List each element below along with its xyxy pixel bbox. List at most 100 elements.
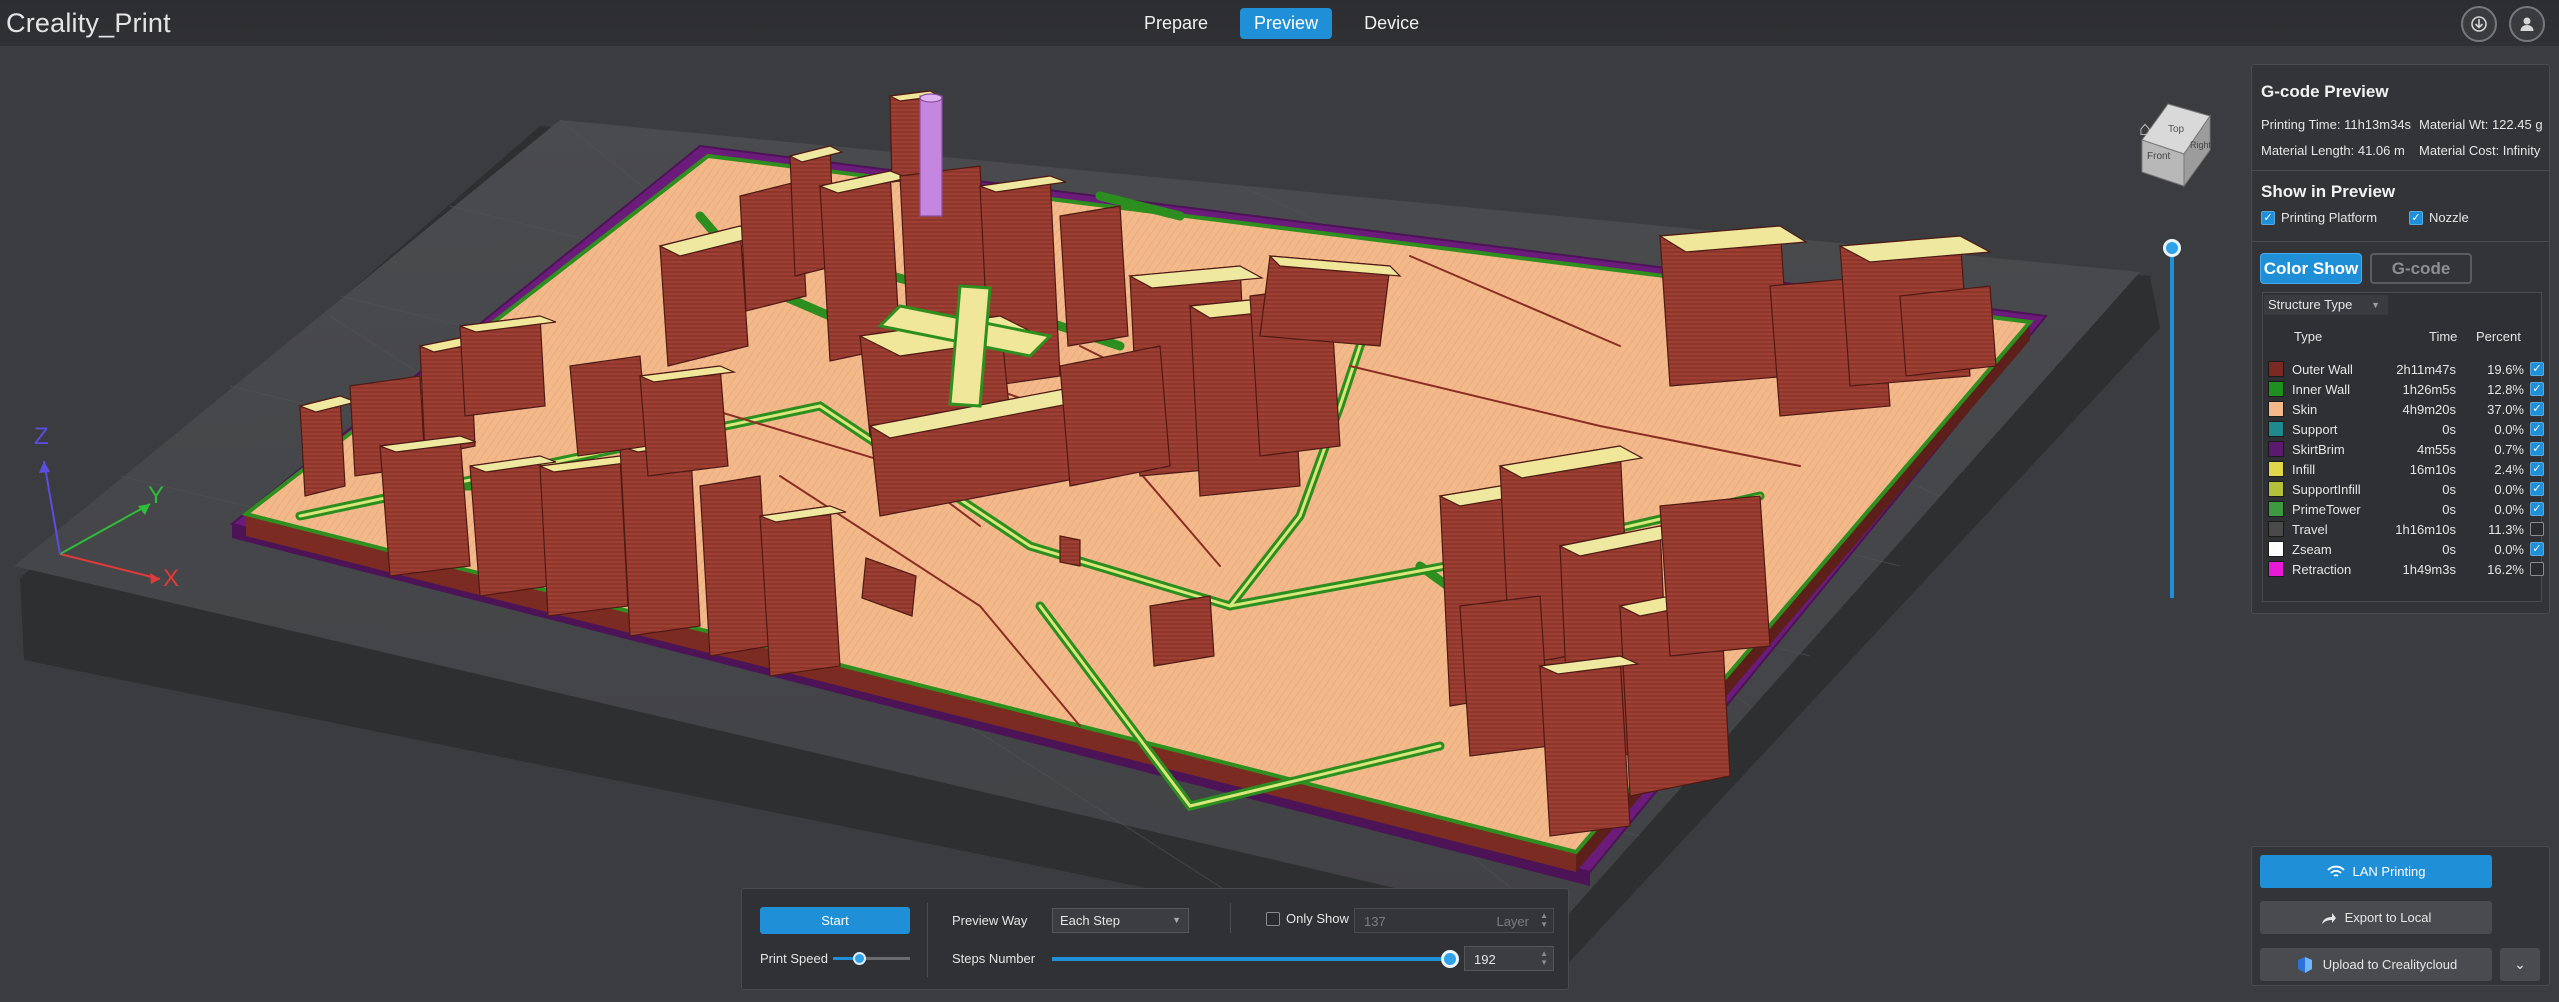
color-swatch[interactable] <box>2268 361 2284 377</box>
printing-platform-option[interactable]: ✓ Printing Platform <box>2261 210 2377 225</box>
mode-tabs: Prepare Preview Device <box>1130 8 1433 39</box>
color-swatch[interactable] <box>2268 561 2284 577</box>
row-checkbox[interactable] <box>2530 562 2544 576</box>
structure-type-dropdown[interactable]: Structure Type ▼ <box>2264 295 2388 315</box>
row-checkbox[interactable]: ✓ <box>2530 542 2544 556</box>
gcode-view-button[interactable]: G-code <box>2370 253 2472 284</box>
structure-row-support: Support 0s 0.0% ✓ <box>2268 420 2544 438</box>
lan-printing-button[interactable]: LAN Printing <box>2260 855 2492 888</box>
row-name: Infill <box>2292 462 2316 477</box>
playback-panel: Start Print Speed Preview Way Each Step … <box>741 888 1569 990</box>
structure-row-infill: Infill 16m10s 2.4% ✓ <box>2268 460 2544 478</box>
x-axis-label: X <box>163 565 179 592</box>
row-checkbox[interactable]: ✓ <box>2530 382 2544 396</box>
structure-row-inner-wall: Inner Wall 1h26m5s 12.8% ✓ <box>2268 380 2544 398</box>
output-actions-panel: LAN Printing Export to Local Upload to C… <box>2251 846 2550 986</box>
stepper-icon[interactable]: ▲ ▼ <box>1540 949 1548 967</box>
color-show-button[interactable]: Color Show <box>2260 253 2362 284</box>
only-show-label: Only Show <box>1286 911 1349 926</box>
steps-slider-track[interactable] <box>1052 957 1450 961</box>
color-swatch[interactable] <box>2268 501 2284 517</box>
time-header: Time <box>2429 329 2458 344</box>
export-to-local-button[interactable]: Export to Local <box>2260 901 2492 934</box>
row-name: Skin <box>2292 402 2318 417</box>
color-swatch[interactable] <box>2268 441 2284 457</box>
start-button[interactable]: Start <box>760 907 910 934</box>
row-checkbox[interactable]: ✓ <box>2530 482 2544 496</box>
stepper-icon[interactable]: ▲ ▼ <box>1540 911 1548 929</box>
row-checkbox[interactable]: ✓ <box>2530 442 2544 456</box>
top-icons <box>2461 6 2545 42</box>
download-icon[interactable] <box>2461 6 2497 42</box>
chevron-down-icon[interactable]: ⌄ <box>2500 948 2540 981</box>
row-name: Inner Wall <box>2292 382 2351 397</box>
tab-prepare[interactable]: Prepare <box>1130 8 1222 39</box>
divider <box>2252 170 2549 171</box>
row-time: 16m10s <box>2409 462 2456 477</box>
nozzle-option[interactable]: ✓ Nozzle <box>2409 210 2469 225</box>
structure-row-zseam: Zseam 0s 0.0% ✓ <box>2268 540 2544 558</box>
row-time: 0s <box>2442 542 2456 557</box>
structure-row-skirtbrim: SkirtBrim 4m55s 0.7% ✓ <box>2268 440 2544 458</box>
layer-value: 137 <box>1364 914 1386 929</box>
structure-row-supportinfill: SupportInfill 0s 0.0% ✓ <box>2268 480 2544 498</box>
row-checkbox[interactable]: ✓ <box>2530 462 2544 476</box>
only-show-option[interactable]: Only Show <box>1266 911 1349 926</box>
layer-slider-handle[interactable] <box>2163 239 2181 257</box>
steps-input[interactable]: 192 ▲ ▼ <box>1464 946 1554 971</box>
structure-row-travel: Travel 1h16m10s 11.3% <box>2268 520 2544 538</box>
row-percent: 37.0% <box>2487 402 2524 417</box>
row-checkbox[interactable]: ✓ <box>2530 362 2544 376</box>
divider <box>2252 241 2549 242</box>
wifi-icon <box>2326 865 2345 877</box>
row-percent: 0.0% <box>2494 482 2524 497</box>
chevron-down-icon: ▼ <box>2371 300 2380 310</box>
steps-slider-handle[interactable] <box>1441 950 1459 968</box>
row-checkbox[interactable]: ✓ <box>2530 502 2544 516</box>
gcode-preview-panel: G-code Preview Printing Time: 11h13m34s … <box>2251 64 2550 614</box>
color-swatch[interactable] <box>2268 461 2284 477</box>
color-swatch[interactable] <box>2268 381 2284 397</box>
user-icon[interactable] <box>2509 6 2545 42</box>
tab-preview[interactable]: Preview <box>1240 8 1333 39</box>
view-cube[interactable]: Front Top Right <box>2141 103 2212 188</box>
color-swatch[interactable] <box>2268 541 2284 557</box>
nozzle-checkbox[interactable]: ✓ <box>2409 210 2423 225</box>
row-checkbox[interactable]: ✓ <box>2530 402 2544 416</box>
structure-row-retraction: Retraction 1h49m3s 16.2% <box>2268 560 2544 578</box>
color-swatch[interactable] <box>2268 521 2284 537</box>
row-time: 0s <box>2442 502 2456 517</box>
row-percent: 11.3% <box>2488 522 2524 537</box>
row-time: 0s <box>2442 482 2456 497</box>
row-percent: 0.0% <box>2494 542 2524 557</box>
row-time: 4m55s <box>2416 442 2456 457</box>
color-swatch[interactable] <box>2268 401 2284 417</box>
upload-to-crealitycloud-button[interactable]: Upload to Crealitycloud <box>2260 948 2492 981</box>
row-checkbox[interactable] <box>2530 522 2544 536</box>
view-cube-right-label: Right <box>2190 140 2212 150</box>
row-name: Outer Wall <box>2292 362 2353 377</box>
home-icon[interactable]: ⌂ <box>2139 118 2151 141</box>
print-speed-handle[interactable] <box>853 952 866 965</box>
gcode-preview-title: G-code Preview <box>2261 82 2389 101</box>
structure-row-primetower: PrimeTower 0s 0.0% ✓ <box>2268 500 2544 518</box>
material-cost: Material Cost: Infinity <box>2419 143 2541 158</box>
preview-way-select[interactable]: Each Step ▼ <box>1052 908 1189 933</box>
row-time: 0s <box>2442 422 2456 437</box>
color-swatch[interactable] <box>2268 421 2284 437</box>
app-title: Creality_Print <box>6 8 171 38</box>
layer-input[interactable]: 137 Layer ▲ ▼ <box>1354 908 1554 933</box>
row-percent: 19.6% <box>2487 362 2524 377</box>
row-percent: 12.8% <box>2487 382 2524 397</box>
print-scene[interactable]: X Y Z Front Top Right <box>0 46 2559 1002</box>
3d-viewport[interactable]: X Y Z Front Top Right ⌂ <box>0 46 2559 1002</box>
row-checkbox[interactable]: ✓ <box>2530 422 2544 436</box>
color-swatch[interactable] <box>2268 481 2284 497</box>
layer-slider-track[interactable] <box>2170 242 2174 598</box>
tab-device[interactable]: Device <box>1350 8 1433 39</box>
printing-platform-checkbox[interactable]: ✓ <box>2261 210 2275 225</box>
divider <box>927 903 928 977</box>
z-axis-label: Z <box>34 423 49 450</box>
row-time: 2h11m47s <box>2396 362 2456 377</box>
only-show-checkbox[interactable] <box>1266 911 1280 926</box>
